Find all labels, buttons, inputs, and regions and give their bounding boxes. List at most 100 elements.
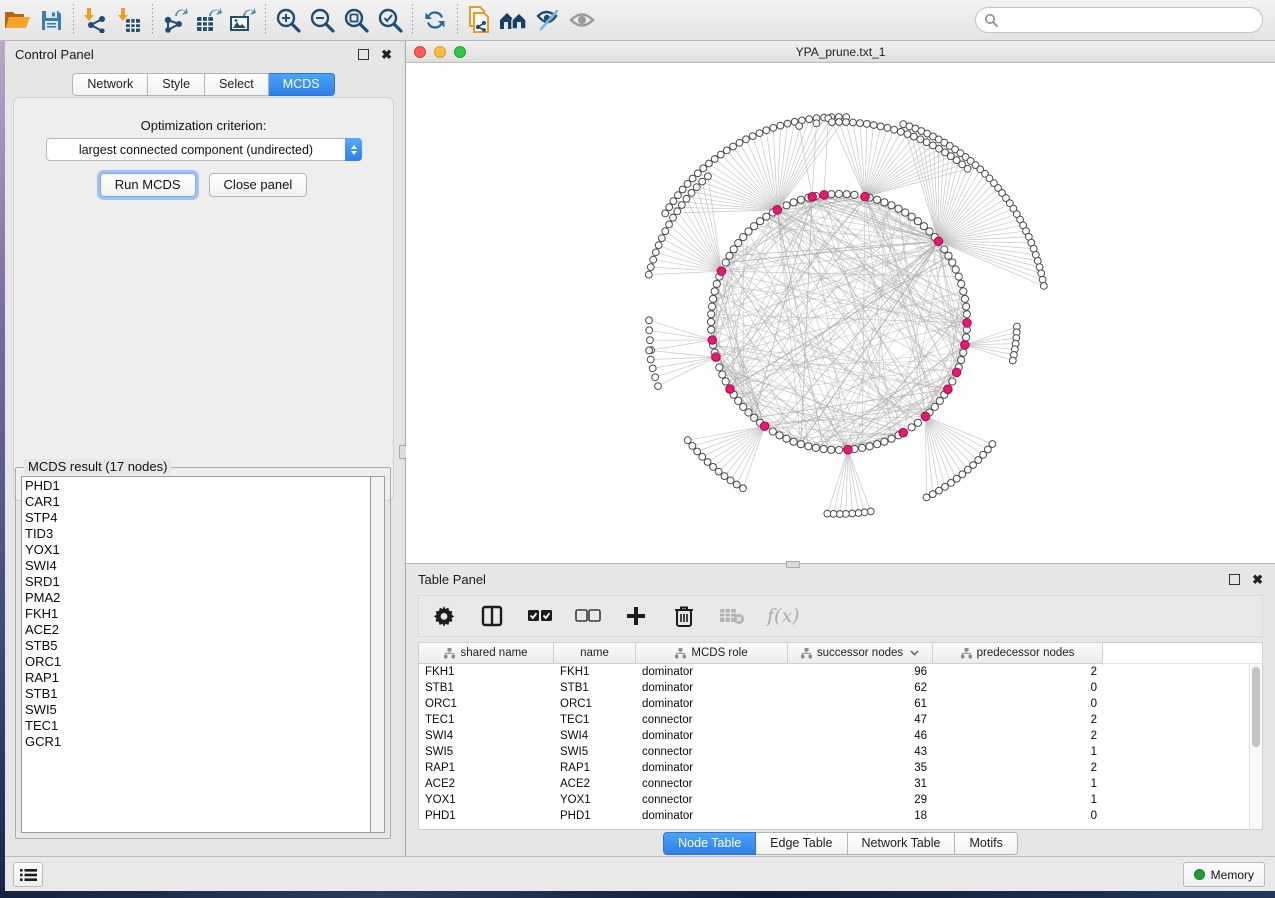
table-row[interactable]: ACE2ACE2connector311 (419, 776, 1262, 792)
delete-table-icon[interactable] (719, 603, 745, 629)
table-cell: 2 (933, 666, 1103, 678)
deselect-all-icon[interactable] (575, 603, 601, 629)
table-scrollbar-thumb[interactable] (1252, 667, 1260, 747)
table-cell: PHD1 (554, 810, 636, 822)
run-mcds-button[interactable]: Run MCDS (100, 173, 196, 197)
list-item[interactable]: STB5 (25, 638, 370, 654)
hide-details-icon[interactable] (531, 5, 565, 35)
save-session-icon[interactable] (34, 5, 68, 35)
zoom-out-icon[interactable] (305, 5, 339, 35)
zoom-in-icon[interactable] (271, 5, 305, 35)
close-panel-icon[interactable]: ✖ (1252, 574, 1263, 585)
import-network-icon[interactable] (79, 5, 113, 35)
list-item[interactable]: PMA2 (25, 590, 370, 606)
column-header-shared-name[interactable]: shared name (419, 643, 554, 664)
horizontal-splitter-handle[interactable] (786, 561, 800, 568)
column-type-icon (444, 648, 455, 659)
function-builder-icon[interactable]: f(x) (767, 605, 800, 627)
table-row[interactable]: SWI5SWI5connector431 (419, 744, 1262, 760)
table-cell: STB1 (554, 682, 636, 694)
list-item[interactable]: ORC1 (25, 654, 370, 670)
list-item[interactable]: YOX1 (25, 542, 370, 558)
tab-node-table[interactable]: Node Table (663, 832, 756, 855)
network-titlebar: YPA_prune.txt_1 (406, 41, 1275, 63)
search-field[interactable] (975, 7, 1263, 33)
tab-edge-table[interactable]: Edge Table (756, 832, 847, 855)
search-input[interactable] (998, 10, 1262, 30)
show-columns-icon[interactable] (479, 603, 505, 629)
float-panel-icon[interactable] (1229, 574, 1240, 585)
table-row[interactable]: PHD1PHD1dominator180 (419, 808, 1262, 824)
table-row[interactable]: YOX1YOX1connector291 (419, 792, 1262, 808)
tab-network[interactable]: Network (72, 73, 148, 96)
minimize-window-icon[interactable] (434, 46, 446, 58)
export-table-icon[interactable] (192, 5, 226, 35)
table-scrollbar[interactable] (1249, 664, 1262, 829)
select-all-icon[interactable] (527, 603, 553, 629)
list-item[interactable]: GCR1 (25, 734, 370, 750)
column-header-name[interactable]: name (554, 643, 636, 664)
open-file-icon[interactable] (0, 5, 34, 35)
table-cell: connector (636, 746, 788, 758)
list-item[interactable]: SWI4 (25, 558, 370, 574)
toolbar-separator (73, 4, 74, 36)
list-item[interactable]: FKH1 (25, 606, 370, 622)
export-image-icon[interactable] (226, 5, 260, 35)
zoom-selected-icon[interactable] (373, 5, 407, 35)
memory-button[interactable]: Memory (1183, 862, 1265, 887)
list-item[interactable]: SWI5 (25, 702, 370, 718)
list-item[interactable]: STB1 (25, 686, 370, 702)
task-history-button[interactable] (13, 862, 43, 887)
table-cell: SWI5 (554, 746, 636, 758)
column-header-MCDS-role[interactable]: MCDS role (636, 643, 788, 664)
list-item[interactable]: TEC1 (25, 718, 370, 734)
table-row[interactable]: TEC1TEC1connector472 (419, 712, 1262, 728)
table-options-icon[interactable] (431, 603, 457, 629)
close-panel-icon[interactable]: ✖ (381, 49, 392, 60)
table-cell: TEC1 (419, 714, 554, 726)
column-header-successor-nodes[interactable]: successor nodes (788, 643, 933, 664)
close-window-icon[interactable] (414, 46, 426, 58)
duplicate-network-icon[interactable] (463, 5, 497, 35)
result-list-scrollbar[interactable] (371, 476, 385, 833)
tab-style[interactable]: Style (148, 73, 205, 96)
network-canvas[interactable] (406, 63, 1275, 563)
table-row[interactable]: FKH1FKH1dominator962 (419, 664, 1262, 680)
zoom-fit-icon[interactable] (339, 5, 373, 35)
criterion-select[interactable]: largest connected component (undirected) (46, 138, 362, 161)
tab-select[interactable]: Select (205, 73, 269, 96)
list-item[interactable]: PHD1 (25, 478, 370, 494)
tab-network-table[interactable]: Network Table (848, 832, 956, 855)
table-row[interactable]: SWI4SWI4dominator462 (419, 728, 1262, 744)
delete-columns-icon[interactable] (671, 603, 697, 629)
column-header-predecessor-nodes[interactable]: predecessor nodes (933, 643, 1103, 664)
list-item[interactable]: RAP1 (25, 670, 370, 686)
session-networks-icon[interactable] (497, 5, 531, 35)
add-column-icon[interactable] (623, 603, 649, 629)
maximize-window-icon[interactable] (454, 46, 466, 58)
table-row[interactable]: RAP1RAP1dominator352 (419, 760, 1262, 776)
list-item[interactable]: TID3 (25, 526, 370, 542)
table-cell: 31 (788, 778, 933, 790)
table-cell: 1 (933, 778, 1103, 790)
export-network-icon[interactable] (158, 5, 192, 35)
import-table-icon[interactable] (113, 5, 147, 35)
main-toolbar (0, 0, 1275, 41)
table-cell: 2 (933, 714, 1103, 726)
table-row[interactable]: STB1STB1dominator620 (419, 680, 1262, 696)
float-panel-icon[interactable] (358, 49, 369, 60)
close-panel-button[interactable]: Close panel (209, 173, 308, 197)
list-item[interactable]: ACE2 (25, 622, 370, 638)
toolbar-separator (457, 4, 458, 36)
tab-motifs[interactable]: Motifs (955, 832, 1017, 855)
tab-mcds[interactable]: MCDS (269, 73, 335, 96)
list-item[interactable]: STP4 (25, 510, 370, 526)
show-details-icon[interactable] (565, 5, 599, 35)
column-type-icon (801, 648, 812, 659)
node-table: shared namenameMCDS rolesuccessor nodesp… (418, 642, 1263, 830)
refresh-layout-icon[interactable] (418, 5, 452, 35)
table-row[interactable]: ORC1ORC1dominator610 (419, 696, 1262, 712)
list-item[interactable]: CAR1 (25, 494, 370, 510)
chevron-down-icon[interactable] (910, 650, 919, 656)
list-item[interactable]: SRD1 (25, 574, 370, 590)
